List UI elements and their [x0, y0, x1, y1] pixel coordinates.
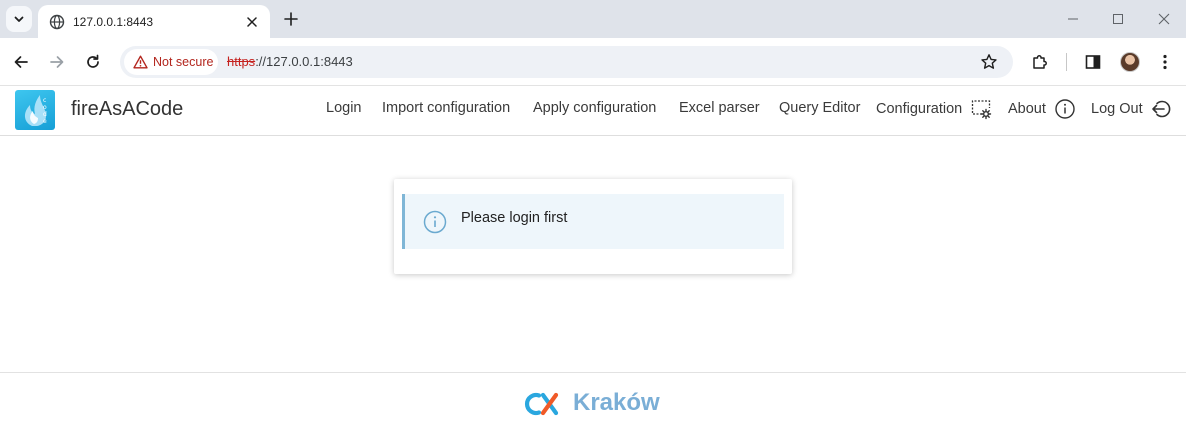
cx-logo: CX [523, 390, 559, 416]
bookmark-star-icon[interactable] [979, 52, 999, 72]
nav-excel-parser[interactable]: Excel parser [679, 100, 760, 116]
nav-about[interactable]: About [1008, 101, 1046, 117]
footer: CX Kraków [0, 372, 1186, 431]
tab-search-button[interactable] [6, 6, 32, 32]
app-navbar: c o d e fireAsACode Login Import configu… [0, 86, 1186, 136]
nav-log-out[interactable]: Log Out [1091, 101, 1143, 117]
extensions-button[interactable] [1027, 49, 1053, 75]
nav-configuration[interactable]: Configuration [876, 101, 962, 117]
alert-message: Please login first [461, 210, 568, 226]
close-window-button[interactable] [1152, 7, 1176, 31]
nav-apply-configuration[interactable]: Apply configuration [533, 100, 656, 116]
browser-tab[interactable]: 127.0.0.1:8443 [38, 5, 270, 38]
arrow-right-icon [50, 56, 64, 68]
reload-icon [87, 54, 99, 68]
profile-avatar[interactable] [1120, 52, 1140, 72]
flame-logo-icon: c o d e [24, 95, 47, 126]
info-alert: Please login first [402, 194, 784, 249]
browser-menu-button[interactable] [1152, 49, 1178, 75]
url-host: ://127.0.0.1:8443 [255, 54, 353, 69]
screen-settings-icon[interactable] [970, 98, 992, 120]
browser-toolbar: Not secure https://127.0.0.1:8443 [0, 38, 1186, 86]
footer-city-label: Kraków [573, 389, 660, 416]
brand-title[interactable]: fireAsACode [71, 98, 183, 121]
close-tab-icon[interactable] [242, 12, 262, 32]
maximize-icon [1113, 14, 1123, 24]
new-tab-button[interactable] [280, 8, 302, 30]
app-logo[interactable]: c o d e [15, 90, 55, 130]
minimize-icon [1068, 18, 1078, 20]
warning-icon [133, 55, 148, 70]
svg-text:o: o [43, 104, 47, 111]
browser-tab-strip: 127.0.0.1:8443 [0, 0, 1186, 38]
tab-title: 127.0.0.1:8443 [73, 14, 154, 29]
more-vertical-icon [1163, 54, 1167, 70]
svg-text:d: d [43, 111, 47, 118]
info-icon [423, 210, 447, 234]
message-card: Please login first [394, 179, 792, 274]
side-panel-button[interactable] [1080, 49, 1106, 75]
minimize-button[interactable] [1061, 7, 1085, 31]
address-bar[interactable]: Not secure https://127.0.0.1:8443 [120, 46, 1013, 78]
toolbar-divider [1066, 53, 1067, 71]
forward-button[interactable] [44, 49, 70, 75]
plus-icon [284, 12, 298, 26]
close-icon [1158, 13, 1170, 25]
url-scheme: https [227, 54, 256, 69]
svg-text:e: e [43, 118, 47, 125]
security-chip[interactable]: Not secure [124, 49, 218, 75]
logout-icon[interactable] [1150, 98, 1172, 120]
puzzle-icon [1033, 55, 1047, 69]
nav-import-configuration[interactable]: Import configuration [382, 100, 510, 116]
nav-query-editor[interactable]: Query Editor [779, 100, 860, 116]
info-circle-icon[interactable] [1054, 98, 1076, 120]
not-secure-label: Not secure [153, 55, 214, 69]
globe-icon [49, 14, 65, 30]
nav-login[interactable]: Login [326, 100, 361, 116]
reload-button[interactable] [80, 49, 106, 75]
url-text[interactable]: https://127.0.0.1:8443 [227, 54, 353, 69]
side-panel-icon [1085, 55, 1101, 69]
maximize-button[interactable] [1106, 7, 1130, 31]
back-button[interactable] [8, 49, 34, 75]
chevron-down-icon [14, 16, 24, 22]
arrow-left-icon [14, 56, 28, 68]
cx-logo-letters: CX [523, 390, 525, 391]
svg-text:c: c [43, 97, 46, 104]
